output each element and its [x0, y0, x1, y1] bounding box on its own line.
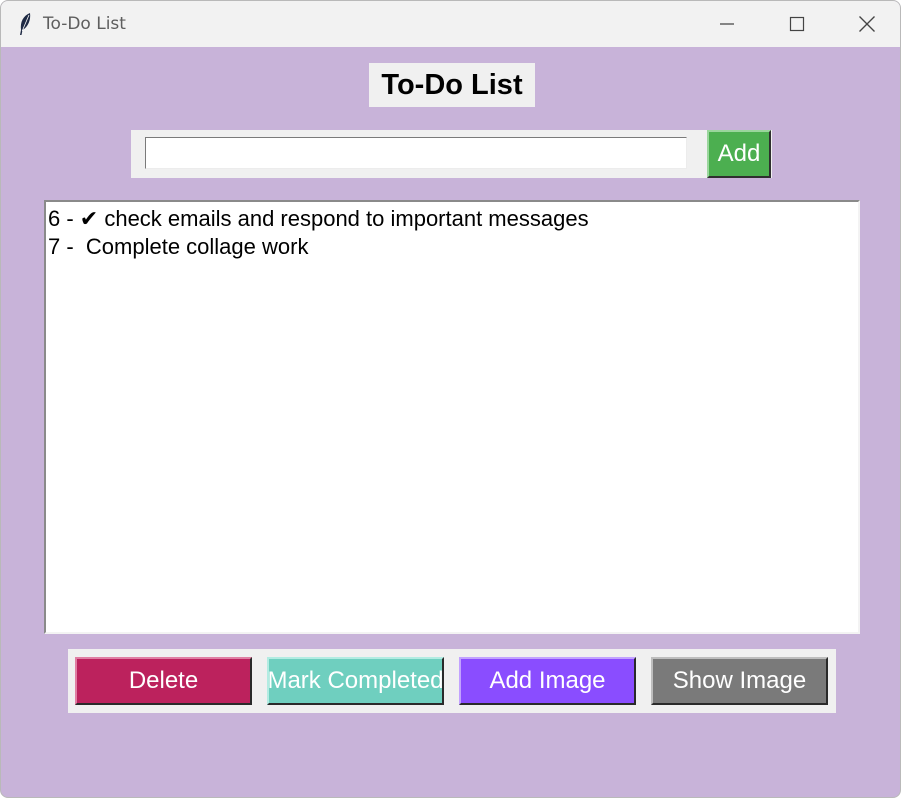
button-bar: Delete Mark Completed Add Image Show Ima…: [68, 649, 836, 713]
feather-icon: [20, 13, 31, 35]
close-button[interactable]: [833, 1, 900, 47]
close-icon: [859, 16, 875, 32]
delete-button[interactable]: Delete: [75, 657, 252, 705]
maximize-button[interactable]: [763, 1, 831, 47]
title-bar[interactable]: To-Do List: [1, 1, 900, 47]
mark-completed-button[interactable]: Mark Completed: [267, 657, 444, 705]
task-list[interactable]: 6 - ✔ check emails and respond to import…: [44, 200, 860, 634]
list-item[interactable]: 6 - ✔ check emails and respond to import…: [48, 205, 589, 233]
list-item[interactable]: 7 - Complete collage work: [48, 233, 308, 261]
add-image-button[interactable]: Add Image: [459, 657, 636, 705]
entry-frame: Add: [131, 130, 772, 178]
page-title: To-Do List: [369, 63, 535, 107]
minimize-icon: [720, 23, 734, 25]
app-window: To-Do List To-Do List Add 6 - ✔ check em…: [0, 0, 901, 798]
add-button[interactable]: Add: [707, 130, 771, 178]
minimize-button[interactable]: [693, 1, 761, 47]
maximize-icon: [789, 16, 805, 32]
window-title: To-Do List: [43, 14, 126, 34]
task-input[interactable]: [145, 137, 687, 169]
show-image-button[interactable]: Show Image: [651, 657, 828, 705]
page-title-text: To-Do List: [381, 68, 523, 101]
